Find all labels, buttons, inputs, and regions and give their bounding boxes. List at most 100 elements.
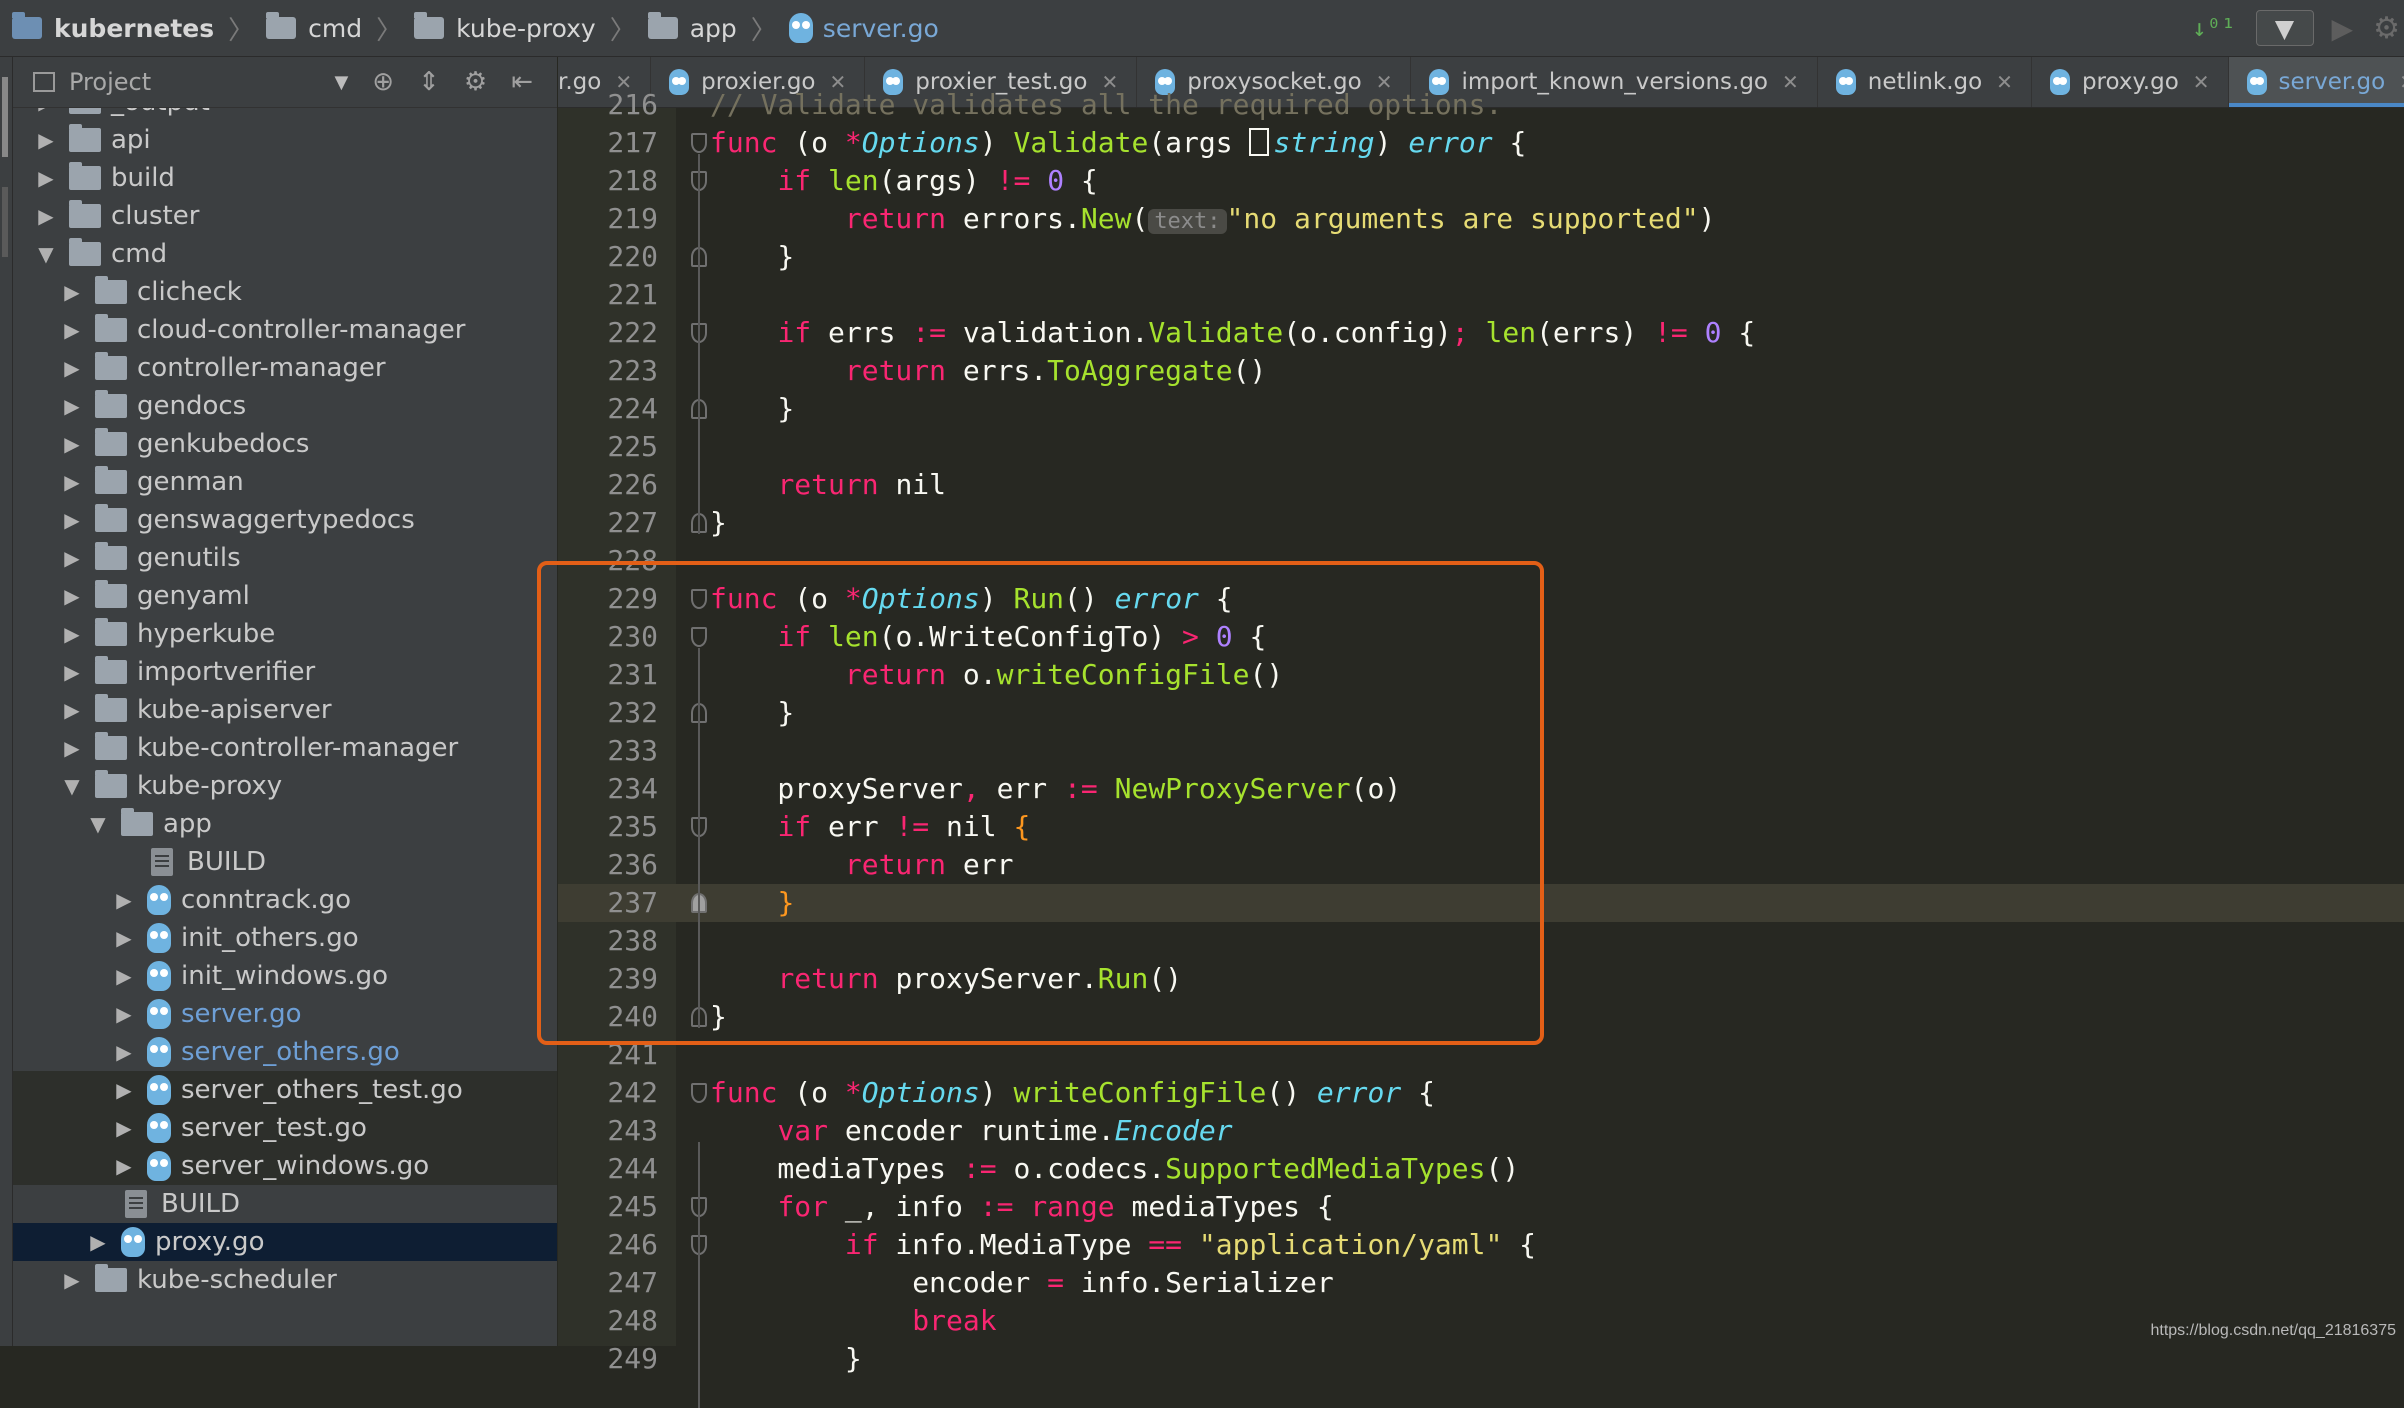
chevron-down-icon[interactable]: ▼ [334,72,348,93]
fold-start-icon[interactable] [691,1083,707,1103]
collapse-all-icon[interactable]: ⇕ [418,67,440,97]
code-line[interactable]: 248 break [558,1302,2404,1340]
code-line[interactable]: 244 mediaTypes := o.codecs.SupportedMedi… [558,1150,2404,1188]
code-line[interactable]: 240} [558,998,2404,1036]
gear-icon[interactable]: ⚙ [464,67,487,97]
expand-arrow-right-icon[interactable]: ▶ [111,964,137,988]
code-line[interactable]: 232 } [558,694,2404,732]
expand-arrow-right-icon[interactable]: ▶ [59,546,85,570]
expand-arrow-down-icon[interactable]: ▼ [59,774,85,798]
code-line[interactable]: 238 [558,922,2404,960]
tree-file-item[interactable]: ▶ init_windows.go [13,957,557,995]
expand-arrow-right-icon[interactable]: ▶ [59,432,85,456]
code-line[interactable]: 224 } [558,390,2404,428]
expand-arrow-down-icon[interactable]: ▼ [33,242,59,266]
tree-folder-item[interactable]: ▶ hyperkube [13,615,557,653]
code-line[interactable]: 234 proxyServer, err := NewProxyServer(o… [558,770,2404,808]
expand-arrow-right-icon[interactable]: ▶ [59,584,85,608]
tree-folder-item[interactable]: ▶ importverifier [13,653,557,691]
tree-file-item[interactable]: ▶ conntrack.go [13,881,557,919]
tree-file-item[interactable]: ▶ server_windows.go [13,1147,557,1185]
code-line[interactable]: 222 if errs := validation.Validate(o.con… [558,314,2404,352]
code-line[interactable]: 231 return o.writeConfigFile() [558,656,2404,694]
expand-arrow-right-icon[interactable]: ▶ [33,166,59,190]
expand-arrow-right-icon[interactable]: ▶ [59,280,85,304]
code-line[interactable]: 226 return nil [558,466,2404,504]
code-line[interactable]: 235 if err != nil { [558,808,2404,846]
code-line[interactable]: 220 } [558,238,2404,276]
code-line[interactable]: 246 if info.MediaType == "application/ya… [558,1226,2404,1264]
tree-folder-item[interactable]: ▶ gendocs [13,387,557,425]
expand-arrow-down-icon[interactable]: ▼ [85,812,111,836]
expand-arrow-right-icon[interactable]: ▶ [33,204,59,228]
code-line[interactable]: 236 return err [558,846,2404,884]
tree-folder-item[interactable]: ▶ cloud-controller-manager [13,311,557,349]
expand-arrow-right-icon[interactable]: ▶ [111,1002,137,1026]
tree-folder-item[interactable]: ▶ genkubedocs [13,425,557,463]
locate-file-icon[interactable]: ⊕ [372,67,394,97]
code-line[interactable]: 219 return errors.New(text: "no arguments… [558,200,2404,238]
tool-window-tab-structure[interactable] [2,187,8,257]
tree-folder-item[interactable]: ▶ clicheck [13,273,557,311]
tree-folder-item[interactable]: ▶ kube-apiserver [13,691,557,729]
code-line[interactable]: 221 [558,276,2404,314]
code-line[interactable]: 239 return proxyServer.Run() [558,960,2404,998]
expand-arrow-right-icon[interactable]: ▶ [111,1116,137,1140]
hide-panel-icon[interactable]: ⇤ [511,67,533,97]
code-line[interactable]: 243 var encoder runtime.Encoder [558,1112,2404,1150]
code-line[interactable]: 233 [558,732,2404,770]
tree-folder-item[interactable]: ▶ controller-manager [13,349,557,387]
expand-arrow-right-icon[interactable]: ▶ [59,356,85,380]
tree-folder-item[interactable]: ▶ genutils [13,539,557,577]
tree-folder-item[interactable]: ▶ cluster [13,197,557,235]
tree-folder-item[interactable]: ▼ app [13,805,557,843]
tool-window-tab-project[interactable] [2,77,8,157]
fold-start-icon[interactable] [691,589,707,609]
code-line[interactable]: 227} [558,504,2404,542]
expand-arrow-right-icon[interactable]: ▶ [59,1268,85,1292]
tree-folder-item[interactable]: ▶ build [13,159,557,197]
tree-folder-item[interactable]: ▶ api [13,121,557,159]
code-line[interactable]: 247 encoder = info.Serializer [558,1264,2404,1302]
expand-arrow-right-icon[interactable]: ▶ [59,394,85,418]
tree-file-item[interactable]: ▶ server.go [13,995,557,1033]
fold-start-icon[interactable] [691,133,707,153]
fold-start-icon[interactable] [691,627,707,647]
tree-folder-item[interactable]: ▼ kube-proxy [13,767,557,805]
tree-file-item[interactable]: ▶ server_others_test.go [13,1071,557,1109]
expand-arrow-right-icon[interactable]: ▶ [111,1078,137,1102]
breadcrumb-item[interactable]: app 〉 [647,10,777,47]
code-editor[interactable]: 216 // Validate validates all the require… [558,88,2404,1408]
code-line[interactable]: 241 [558,1036,2404,1074]
expand-arrow-right-icon[interactable]: ▶ [111,888,137,912]
expand-arrow-right-icon[interactable]: ▶ [59,736,85,760]
code-line[interactable]: 216 // Validate validates all the require… [558,86,2404,124]
code-line[interactable]: 230 if len(o.WriteConfigTo) > 0 { [558,618,2404,656]
expand-arrow-right-icon[interactable]: ▶ [33,128,59,152]
expand-arrow-right-icon[interactable]: ▶ [59,622,85,646]
tree-file-item[interactable]: ▶ init_others.go [13,919,557,957]
code-line[interactable]: 218 if len(args) != 0 { [558,162,2404,200]
tree-folder-item[interactable]: ▶ kube-controller-manager [13,729,557,767]
tree-folder-item[interactable]: ▶ genyaml [13,577,557,615]
breadcrumb-item[interactable]: kube-proxy 〉 [414,10,636,47]
breadcrumb-item[interactable]: kubernetes 〉 [12,10,254,47]
tree-file-item[interactable]: ▶ server_test.go [13,1109,557,1147]
breadcrumb-item[interactable]: cmd 〉 [266,10,402,47]
vcs-update-icon[interactable]: ↓⁰¹ [2192,14,2235,42]
code-line[interactable]: 225 [558,428,2404,466]
expand-arrow-right-icon[interactable]: ▶ [59,318,85,342]
code-line[interactable]: 245 for _, info := range mediaTypes { [558,1188,2404,1226]
tree-file-item[interactable]: BUILD [13,843,557,881]
code-line[interactable]: 217 func (o *Options) Validate(args strin… [558,124,2404,162]
run-configuration-dropdown[interactable]: ▼ [2255,10,2314,46]
expand-arrow-right-icon[interactable]: ▶ [111,1040,137,1064]
tree-folder-item[interactable]: ▶ kube-scheduler [13,1261,557,1299]
expand-arrow-right-icon[interactable]: ▶ [111,926,137,950]
breadcrumb-item[interactable]: server.go [788,13,939,43]
expand-arrow-right-icon[interactable]: ▶ [111,1154,137,1178]
code-line[interactable]: 223 return errs.ToAggregate() [558,352,2404,390]
code-line[interactable]: 237 } [558,884,2404,922]
settings-icon[interactable]: ⚙ [2373,11,2400,46]
tree-folder-item[interactable]: ▶ genswaggertypedocs [13,501,557,539]
